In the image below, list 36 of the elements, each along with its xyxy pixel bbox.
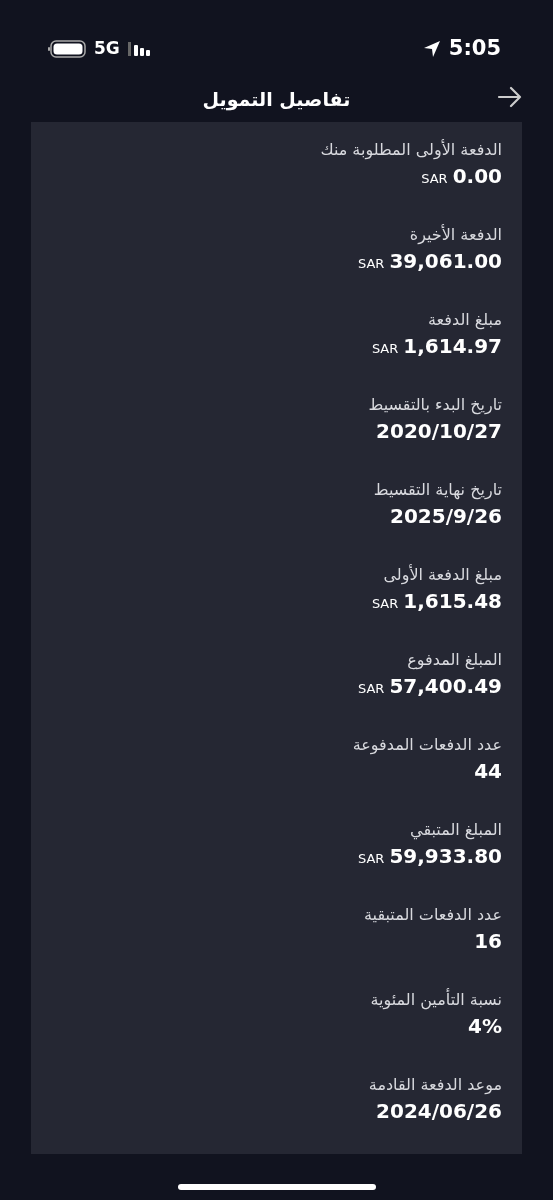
detail-value: 59,933.80 (389, 844, 502, 868)
detail-label: عدد الدفعات المدفوعة (351, 734, 502, 757)
detail-label: موعد الدفعة القادمة (367, 1074, 502, 1097)
currency-label: SAR (357, 681, 385, 696)
detail-value: 57,400.49 (389, 674, 502, 698)
detail-value: 4% (468, 1014, 502, 1038)
network-label: 5G (94, 37, 120, 61)
currency-label: SAR (357, 851, 385, 866)
detail-label: الدفعة الأخيرة (408, 223, 502, 247)
currency-label: SAR (371, 596, 399, 611)
currency-label: SAR (371, 341, 399, 356)
detail-label: الدفعة الأولى المطلوبة منك (319, 138, 502, 162)
detail-value: 1,615.48 (403, 589, 502, 613)
detail-value: 2025/9/26 (389, 504, 502, 528)
detail-label: مبلغ الدفعة (427, 309, 502, 332)
detail-label: تاريخ نهاية التقسيط (372, 479, 502, 502)
location-icon (422, 40, 441, 58)
detail-label: نسبة التأمين المئوية (369, 988, 502, 1012)
page-title: تفاصيل التمويل (202, 86, 351, 113)
detail-value: 2020/10/27 (376, 419, 502, 443)
detail-value: 39,061.00 (389, 249, 502, 273)
detail-label: المبلغ المتبقي (409, 819, 502, 842)
battery-icon (48, 40, 86, 58)
detail-value: 44 (474, 759, 502, 783)
detail-value: 1,614.97 (403, 334, 502, 358)
detail-value: 0.00 (452, 164, 502, 188)
detail-value: 2024/06/26 (376, 1099, 502, 1123)
currency-label: SAR (421, 171, 448, 186)
detail-label: عدد الدفعات المتبقية (363, 904, 502, 926)
detail-label: تاريخ البدء بالتقسيط (367, 394, 502, 417)
detail-label: المبلغ المدفوع (406, 649, 502, 672)
back-arrow-icon[interactable] (497, 86, 523, 108)
currency-label: SAR (357, 256, 385, 271)
detail-value: 16 (474, 929, 502, 953)
clock-time: 5:05 (448, 35, 501, 63)
detail-label: مبلغ الدفعة الأولى (382, 563, 502, 587)
